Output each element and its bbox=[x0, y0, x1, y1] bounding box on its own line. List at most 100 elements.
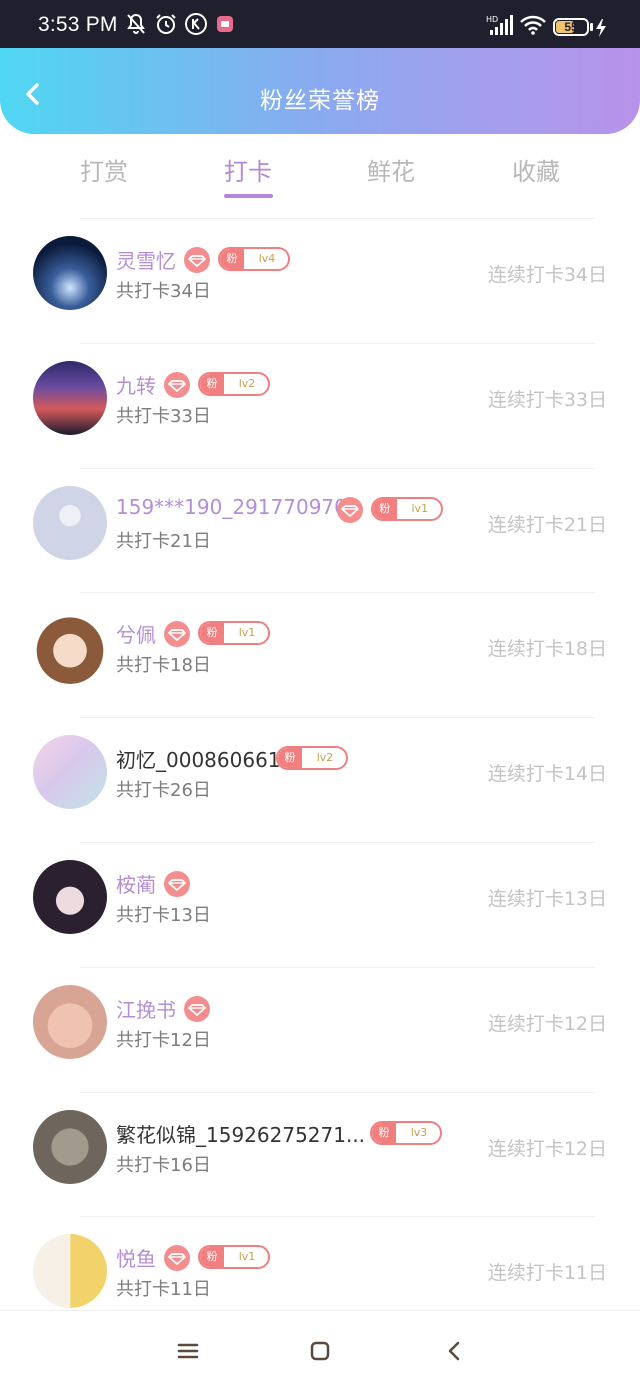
menu-icon[interactable] bbox=[174, 1337, 202, 1365]
streak-checkins: 连续打卡13日 bbox=[487, 888, 607, 910]
fan-level-text: lv1 bbox=[238, 626, 256, 640]
active-tab-indicator bbox=[224, 194, 273, 198]
wifi-icon bbox=[520, 15, 546, 35]
fan-row[interactable]: 九转 粉 lv2 共打卡33日 连续打卡33日 bbox=[0, 342, 640, 468]
fan-row[interactable]: 灵雪忆 粉 lv4 共打卡34日 连续打卡34日 bbox=[0, 218, 640, 343]
page-header: 粉丝荣誉榜 bbox=[0, 48, 640, 134]
streak-checkins: 连续打卡34日 bbox=[487, 264, 607, 286]
page-title: 粉丝荣誉榜 bbox=[260, 88, 380, 114]
tab-reward[interactable]: 打赏 bbox=[32, 152, 176, 187]
total-checkins: 共打卡26日 bbox=[116, 780, 211, 802]
row-divider bbox=[80, 218, 595, 219]
fan-badge-label: 粉 bbox=[200, 1247, 224, 1268]
total-checkins: 共打卡12日 bbox=[116, 1029, 211, 1051]
row-divider bbox=[80, 592, 595, 594]
hd-signal-icon: HD bbox=[486, 15, 513, 35]
fan-level-badge: 粉 lv4 bbox=[218, 247, 290, 271]
row-divider bbox=[80, 467, 595, 469]
fan-level-badge: 粉 lv2 bbox=[276, 746, 348, 771]
fan-level-badge: 粉 lv1 bbox=[198, 621, 270, 646]
fan-row[interactable]: 159***190_291770970 粉 lv1 共打卡21日 连续打卡21日 bbox=[0, 467, 640, 593]
fan-level-text: lv2 bbox=[316, 751, 334, 765]
avatar[interactable] bbox=[33, 610, 107, 685]
fan-badge-label: 粉 bbox=[278, 748, 302, 769]
avatar[interactable] bbox=[33, 485, 107, 560]
home-square-icon[interactable] bbox=[306, 1337, 334, 1365]
diamond-badge-icon bbox=[184, 247, 210, 273]
diamond-badge-icon bbox=[164, 621, 190, 648]
fan-badge-label: 粉 bbox=[200, 373, 224, 394]
alarm-icon bbox=[156, 14, 176, 34]
system-nav-bar bbox=[0, 1310, 640, 1387]
streak-checkins: 连续打卡12日 bbox=[487, 1137, 607, 1160]
status-time: 3:53 PM bbox=[38, 13, 118, 36]
status-bar: 3:53 PM HD 55 bbox=[0, 0, 640, 48]
fan-name: 初忆_000860661 bbox=[116, 748, 281, 773]
row-divider bbox=[80, 1216, 595, 1218]
total-checkins: 共打卡34日 bbox=[116, 281, 211, 302]
fan-name: 灵雪忆 bbox=[116, 249, 176, 273]
total-checkins: 共打卡33日 bbox=[116, 405, 211, 427]
row-divider bbox=[80, 966, 595, 968]
avatar[interactable] bbox=[33, 860, 107, 934]
fan-name: 兮佩 bbox=[116, 623, 156, 648]
row-divider bbox=[80, 342, 595, 344]
streak-checkins: 连续打卡18日 bbox=[487, 638, 607, 661]
fan-row[interactable]: 初忆_000860661 粉 lv2 共打卡26日 连续打卡14日 bbox=[0, 717, 640, 842]
diamond-badge-icon bbox=[164, 1245, 190, 1272]
fan-name: 159***190_291770970 bbox=[116, 494, 347, 519]
charging-bolt-icon bbox=[596, 19, 606, 37]
fan-row[interactable]: 繁花似锦_15926275271... 粉 lv3 共打卡16日 连续打卡12日 bbox=[0, 1091, 640, 1217]
streak-checkins: 连续打卡21日 bbox=[487, 513, 607, 536]
fan-level-text: lv4 bbox=[258, 252, 276, 265]
fan-level-badge: 粉 lv1 bbox=[370, 496, 443, 521]
fan-name: 悦鱼 bbox=[116, 1247, 156, 1272]
streak-checkins: 连续打卡14日 bbox=[487, 763, 607, 786]
total-checkins: 共打卡13日 bbox=[116, 905, 211, 926]
tab-bar: 打赏 打卡 鲜花 收藏 bbox=[0, 134, 640, 218]
diamond-badge-icon bbox=[164, 871, 190, 897]
avatar[interactable] bbox=[33, 735, 107, 810]
avatar[interactable] bbox=[33, 360, 107, 435]
fan-badge-label: 粉 bbox=[372, 498, 397, 519]
streak-checkins: 连续打卡11日 bbox=[487, 1262, 607, 1285]
fan-level-badge: 粉 lv3 bbox=[370, 1120, 442, 1145]
fan-level-text: lv1 bbox=[411, 501, 429, 515]
avatar[interactable] bbox=[33, 1109, 107, 1184]
tab-checkin[interactable]: 打卡 bbox=[176, 152, 320, 187]
fan-name: 桉蔺 bbox=[116, 873, 156, 897]
row-divider bbox=[80, 1091, 595, 1093]
streak-checkins: 连续打卡33日 bbox=[487, 388, 607, 411]
tab-favorites[interactable]: 收藏 bbox=[464, 152, 608, 187]
fan-badge-label: 粉 bbox=[372, 1122, 396, 1143]
back-triangle-icon[interactable] bbox=[441, 1337, 469, 1365]
fan-level-badge: 粉 lv2 bbox=[198, 371, 270, 396]
svg-text:HD: HD bbox=[486, 15, 498, 24]
row-divider bbox=[80, 842, 595, 843]
fan-row[interactable]: 桉蔺共打卡13日 连续打卡13日 bbox=[0, 842, 640, 967]
fan-name: 繁花似锦_15926275271... bbox=[116, 1122, 366, 1147]
row-divider bbox=[80, 717, 595, 719]
avatar[interactable] bbox=[33, 236, 107, 310]
battery-level: 55 bbox=[564, 20, 578, 34]
fan-row[interactable]: 兮佩 粉 lv1 共打卡18日 连续打卡18日 bbox=[0, 592, 640, 717]
avatar[interactable] bbox=[33, 1234, 107, 1309]
fan-level-badge: 粉 lv1 bbox=[198, 1245, 270, 1270]
k-app-icon bbox=[185, 13, 207, 35]
diamond-badge-icon bbox=[164, 371, 190, 398]
fan-level-text: lv1 bbox=[238, 1250, 256, 1264]
app-notification-icon bbox=[217, 16, 233, 32]
fan-badge-label: 粉 bbox=[220, 249, 244, 269]
tab-flowers[interactable]: 鲜花 bbox=[319, 152, 463, 187]
streak-checkins: 连续打卡12日 bbox=[487, 1012, 607, 1035]
fan-row[interactable]: 江挽书共打卡12日 连续打卡12日 bbox=[0, 966, 640, 1092]
fan-badge-label: 粉 bbox=[200, 623, 224, 644]
total-checkins: 共打卡18日 bbox=[116, 655, 211, 677]
mute-bell-icon bbox=[127, 13, 145, 34]
fan-level-text: lv2 bbox=[238, 376, 256, 390]
avatar[interactable] bbox=[33, 984, 107, 1059]
battery-icon: 55 bbox=[553, 18, 589, 36]
total-checkins: 共打卡16日 bbox=[116, 1154, 211, 1176]
battery-cap bbox=[590, 23, 593, 31]
fan-name: 江挽书 bbox=[116, 997, 176, 1022]
